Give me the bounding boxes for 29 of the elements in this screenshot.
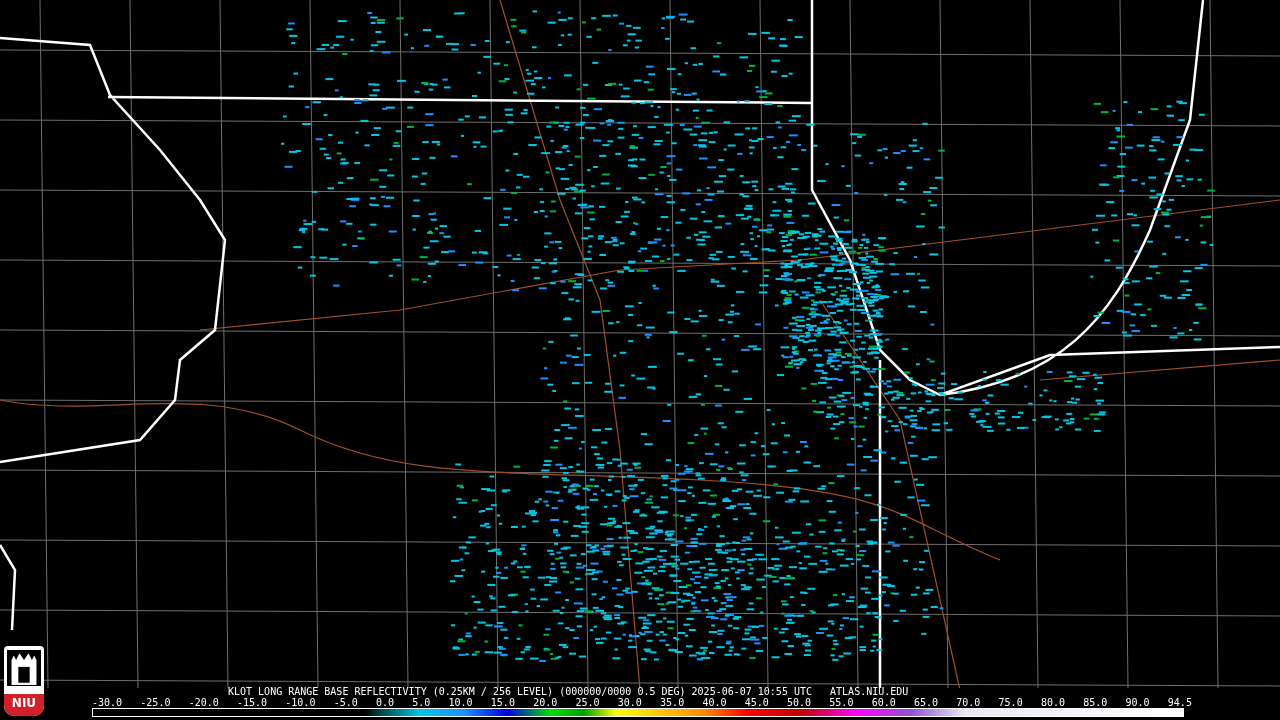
scale-label: 5.0 [412,697,431,708]
scale-label: -20.0 [188,697,219,708]
logo-text: NIU [4,694,44,716]
scale-label: 40.0 [702,697,727,708]
scale-label: 55.0 [829,697,854,708]
scale-label: 25.0 [575,697,600,708]
radar-caption: KLOT LONG RANGE BASE REFLECTIVITY (0.25KM / 256 LEVEL) (000000/0000 0.5 DEG) 2025-06-07 10:55 UTC ATLAS.NIU.EDU [228,686,909,697]
scale-label: 70.0 [956,697,981,708]
scale-label: -10.0 [285,697,316,708]
scale-label: 90.0 [1125,697,1150,708]
scale-label: 10.0 [448,697,473,708]
scale-label: 80.0 [1040,697,1065,708]
scale-label: -25.0 [140,697,171,708]
scale-label: -30.0 [92,697,123,708]
scale-label: 15.0 [490,697,515,708]
scale-label: 85.0 [1083,697,1108,708]
scale-label: 75.0 [998,697,1023,708]
scale-label: 60.0 [871,697,896,708]
scale-label: 0.0 [375,697,394,708]
scale-label: -15.0 [237,697,268,708]
tower-icon [7,650,41,686]
scale-label: 30.0 [617,697,642,708]
scale-label: 45.0 [744,697,769,708]
scale-label: 20.0 [533,697,558,708]
scale-label: -5.0 [333,697,358,708]
scale-label: 50.0 [787,697,812,708]
scale-label: 35.0 [660,697,685,708]
scale-label: 65.0 [913,697,939,708]
scale-label: 94.5 [1167,697,1192,708]
